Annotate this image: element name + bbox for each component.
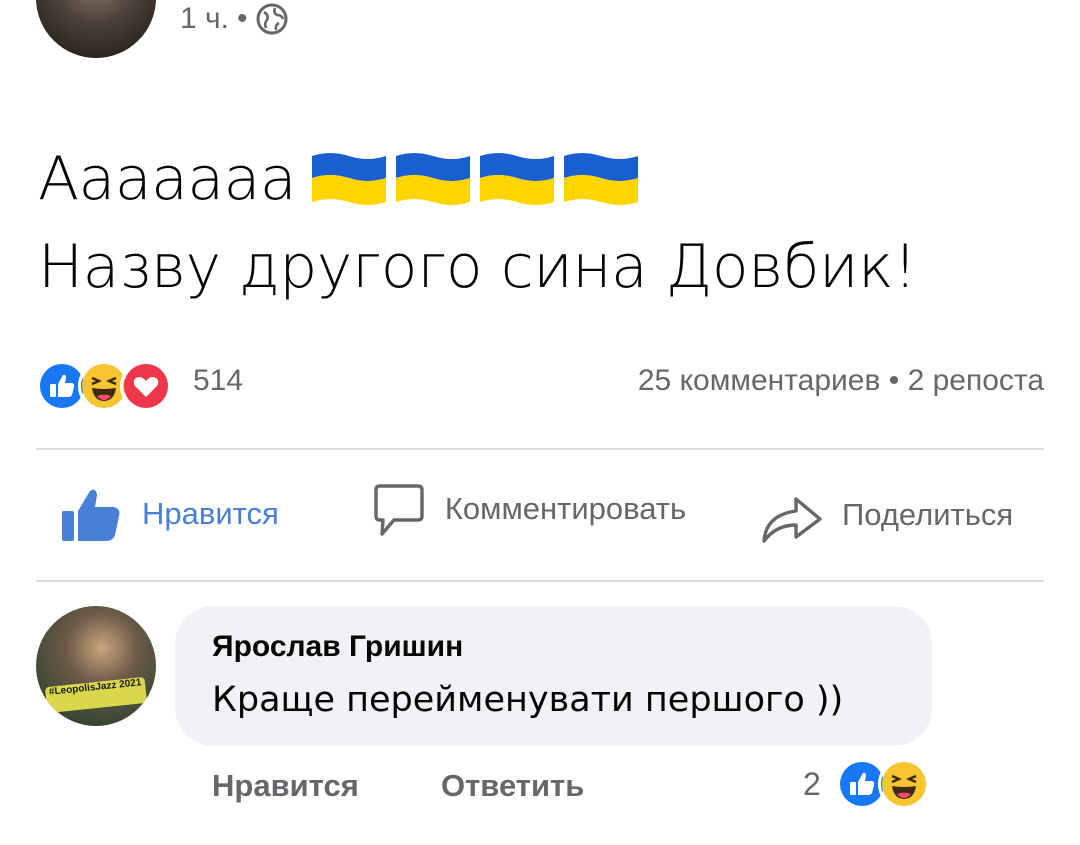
comment-icon: [374, 484, 424, 536]
reaction-count[interactable]: 514: [193, 364, 243, 398]
comment-like-button[interactable]: Нравится: [212, 768, 359, 804]
share-arrow-icon: [762, 497, 822, 543]
post-time[interactable]: 1 ч.: [180, 2, 229, 36]
ukraine-flag-icon: [396, 153, 471, 205]
comment-text: Краще перейменувати першого )): [212, 680, 844, 720]
love-icon: [120, 360, 172, 412]
like-button[interactable]: Нравится: [60, 485, 279, 543]
thumbs-up-icon: [62, 489, 120, 541]
comment-bubble[interactable]: [175, 606, 932, 746]
haha-icon: [878, 758, 930, 810]
divider: [36, 448, 1044, 450]
share-label: Поделиться: [842, 497, 1014, 532]
post-line-1: Аааааaa: [38, 144, 297, 214]
comments-count[interactable]: 25 комментариев: [638, 364, 881, 397]
reaction-icons[interactable]: [36, 360, 172, 412]
post-stats: 25 комментариев • 2 репоста: [638, 364, 1044, 398]
meta-separator: •: [236, 2, 248, 35]
divider: [36, 580, 1044, 582]
ukraine-flag-icon: [480, 153, 555, 205]
flag-emoji-group: [310, 150, 640, 208]
comment-author[interactable]: Ярослав Гришин: [212, 630, 463, 664]
share-button[interactable]: Поделиться: [760, 485, 1013, 545]
comment-reply-button[interactable]: Ответить: [441, 768, 584, 804]
shares-count[interactable]: 2 репоста: [908, 364, 1044, 397]
globe-icon: [256, 3, 287, 35]
post-body: Аааааaa Назву другого сина Довбик!: [38, 135, 917, 311]
ukraine-flag-icon: [312, 153, 387, 205]
commenter-avatar[interactable]: #LeopolisJazz 2021: [36, 606, 156, 726]
like-label: Нравится: [142, 496, 279, 531]
ukraine-flag-icon: [564, 153, 639, 205]
comment-reaction-count[interactable]: 2: [803, 766, 821, 803]
comment-label: Комментировать: [444, 491, 687, 526]
avatar-badge: #LeopolisJazz 2021: [44, 676, 148, 714]
stats-separator: •: [888, 364, 900, 397]
post-meta: 1 ч. •: [180, 2, 288, 36]
post-line-2: Назву другого сина Довбик!: [38, 232, 917, 302]
comment-button[interactable]: Комментировать: [368, 478, 703, 540]
post-author-avatar[interactable]: [36, 0, 156, 58]
comment-reaction-icons[interactable]: [836, 758, 930, 810]
